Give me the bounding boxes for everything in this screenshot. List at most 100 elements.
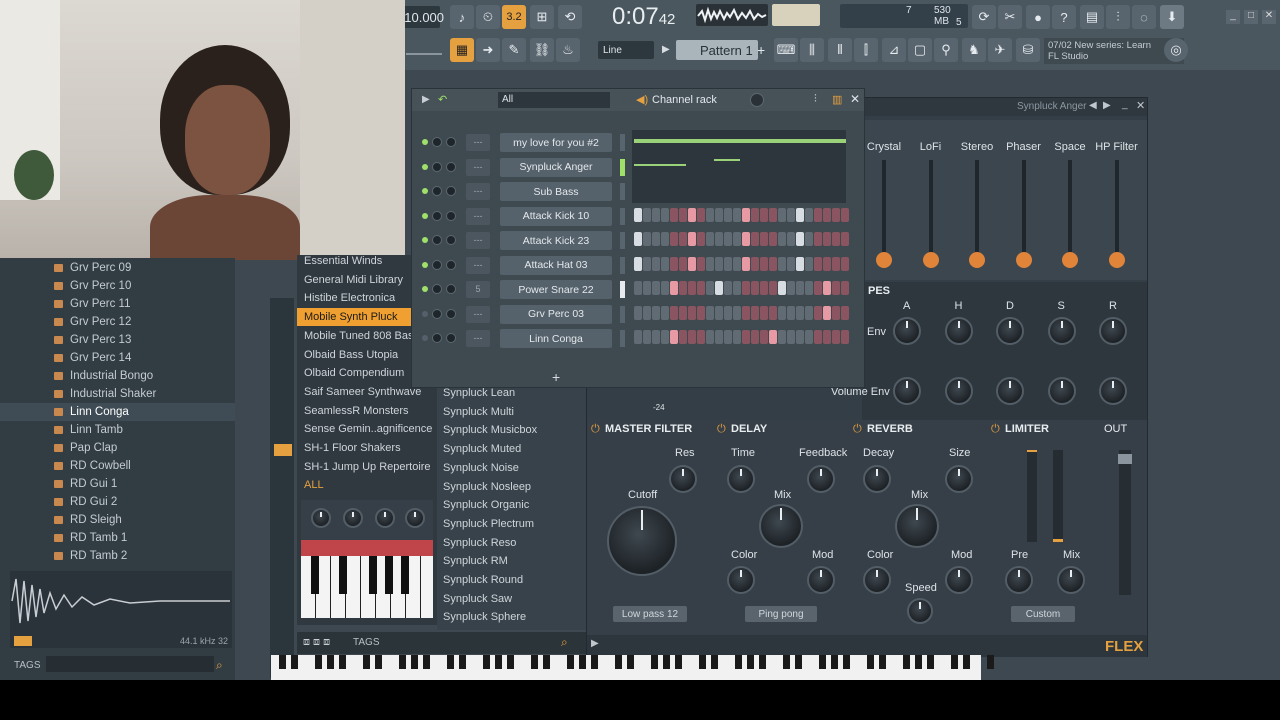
master-pitch-slider[interactable] [406,45,442,55]
step-button[interactable] [652,330,660,344]
channel-mixer-track[interactable]: 5 [466,281,490,298]
step-button[interactable] [643,330,651,344]
step-button[interactable] [751,232,759,246]
step-button[interactable] [841,232,849,246]
channel-volume-knob[interactable] [446,137,456,147]
step-button[interactable] [697,305,705,320]
channel-volume-knob[interactable] [446,186,456,196]
step-button[interactable] [823,330,831,344]
step-button[interactable] [787,256,795,271]
channel-name-button[interactable]: Sub Bass [500,182,612,201]
black-key[interactable] [567,655,574,669]
channel-mixer-track[interactable]: --- [466,256,490,274]
channel-select-indicator[interactable] [620,158,625,176]
step-button[interactable] [769,232,777,246]
minimize-icon[interactable]: _ [1226,10,1240,24]
macro-slider-handle[interactable] [1015,252,1032,268]
black-key[interactable] [363,655,370,669]
loop-record-icon[interactable]: ⟲ [558,5,582,29]
channel-mute-led[interactable] [422,261,428,268]
wait-icon[interactable]: ⏲ [476,5,500,29]
step-button[interactable] [688,207,696,222]
step-button[interactable] [706,256,714,271]
reverb-size-knob[interactable] [945,465,973,493]
black-key[interactable] [291,655,298,669]
step-button[interactable] [706,330,714,344]
step-button[interactable] [805,281,813,295]
piano-roll-icon[interactable]: ⌨ [774,38,798,62]
black-key[interactable] [747,655,754,669]
step-button[interactable] [733,207,741,222]
black-key[interactable] [531,655,538,669]
pattern-length-display[interactable]: 3.2 [502,5,526,29]
chat-icon[interactable]: ◌ [1132,5,1156,29]
channel-mixer-track[interactable]: --- [466,207,490,225]
metronome-icon[interactable]: ♪ [450,5,474,29]
step-button[interactable] [634,256,642,271]
step-button[interactable] [733,330,741,344]
channel-select-indicator[interactable] [620,330,625,347]
step-button[interactable] [643,256,651,271]
undo-icon[interactable]: ⟳ [972,5,996,29]
step-button[interactable] [751,305,759,320]
black-key[interactable] [315,655,322,669]
maximize-icon[interactable]: □ [1244,10,1258,24]
step-button[interactable] [760,256,768,271]
black-key[interactable] [279,655,286,669]
add-channel-button[interactable]: + [552,369,560,385]
channel-mute-led[interactable] [422,286,428,292]
channel-name-button[interactable]: Linn Conga [500,329,612,348]
step-button[interactable] [841,281,849,295]
channel-name-button[interactable]: Synpluck Anger [500,157,612,177]
channel-mixer-track[interactable]: --- [466,158,490,176]
preset-category-item[interactable]: ALL [297,476,437,494]
preview-knob-3[interactable] [375,508,395,528]
channel-volume-knob[interactable] [446,308,456,319]
delay-feedback-knob[interactable] [807,465,835,493]
step-button[interactable] [724,305,732,320]
step-button[interactable] [679,207,687,222]
arrow-tool-icon[interactable]: ➜ [476,38,500,62]
delay-mode-select[interactable]: Ping pong [745,606,817,622]
channel-pan-knob[interactable] [432,137,442,147]
step-button[interactable] [706,207,714,222]
step-button[interactable] [652,207,660,222]
browser-item[interactable]: Grv Perc 11 [0,295,235,313]
preset-category-item[interactable]: SH-1 Jump Up Repertoire [297,458,437,476]
envelope-knob[interactable] [1047,317,1076,345]
step-button[interactable] [742,232,750,246]
channel-name-button[interactable]: my love for you #2 [500,133,612,152]
list-view-icon[interactable]: ⧈ ⧈ ⧈ [303,636,343,649]
step-button[interactable] [670,232,678,246]
preview-knob-1[interactable] [311,508,331,528]
bottom-keyboard[interactable] [271,655,994,680]
search-icon[interactable]: ⌕ [216,658,223,673]
channel-mute-led[interactable] [422,188,428,194]
step-button[interactable] [787,207,795,222]
stamp-icon[interactable]: ♨ [556,38,580,62]
res-knob[interactable] [669,465,697,493]
step-button[interactable] [688,281,696,295]
macro-slider-handle[interactable] [876,252,892,268]
step-button[interactable] [670,305,678,320]
step-button[interactable] [679,256,687,271]
black-key[interactable] [963,655,970,669]
step-button[interactable] [832,232,840,246]
synpluck-preset-item[interactable]: Synpluck Muted [437,440,587,458]
channel-select-indicator[interactable] [620,305,625,323]
step-button[interactable] [634,232,642,246]
channel-mixer-track[interactable]: --- [466,232,490,249]
step-button[interactable] [724,330,732,344]
synpluck-preset-item[interactable]: Synpluck Sphere [437,608,587,626]
channel-mixer-track[interactable]: --- [466,305,490,323]
delay-power-icon[interactable]: ⏻ [717,423,726,436]
step-button[interactable] [769,305,777,320]
black-key[interactable] [987,655,994,669]
channel-pan-knob[interactable] [432,333,442,343]
step-button[interactable] [634,330,642,344]
black-key[interactable] [819,655,826,669]
browser-item[interactable]: Industrial Bongo [0,367,235,385]
step-button[interactable] [823,281,831,295]
tempo-display[interactable]: 110.000 [398,6,444,28]
channel-select-indicator[interactable] [620,281,625,298]
